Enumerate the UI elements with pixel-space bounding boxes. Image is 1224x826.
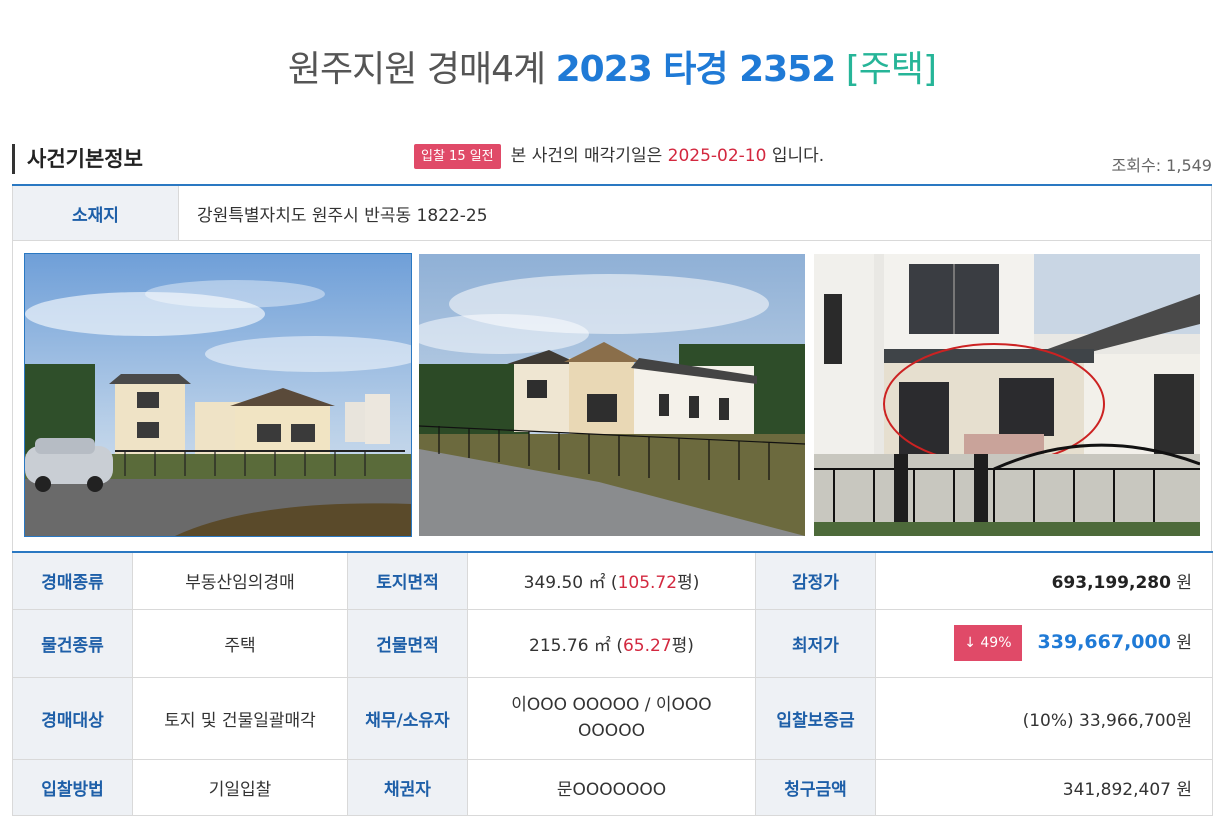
debtor-owner-line-2: OOOOO	[578, 721, 645, 741]
bid-method-label: 입찰방법	[12, 758, 133, 816]
building-area-value: 215.76 ㎡ (65.27평)	[467, 608, 756, 678]
page-title: 원주지원 경매4계 2023 타경 2352 [주택]	[0, 40, 1224, 92]
land-area-value: 349.50 ㎡ (105.72평)	[467, 551, 756, 610]
auction-type-value: 부동산임의경매	[132, 551, 348, 610]
debtor-owner-line-1: 이OOO OOOOO / 이OOO	[511, 695, 712, 715]
info-row-3: 경매대상 토지 및 건물일괄매각 채무/소유자 이OOO OOOOO / 이OO…	[12, 676, 1213, 760]
case-number: 2023 타경 2352	[555, 49, 837, 90]
appraisal-amount: 693,199,280	[1051, 573, 1171, 594]
court-name: 원주지원 경매4계	[287, 49, 546, 90]
claim-amount-value: 341,892,407 원	[875, 758, 1213, 816]
building-area-unit: 평)	[671, 635, 694, 656]
auction-target-value: 토지 및 건물일괄매각	[132, 676, 348, 760]
photo-2-graphic	[419, 254, 805, 536]
property-kind: [주택]	[845, 49, 937, 90]
minimum-price-amount: 339,667,000	[1037, 631, 1171, 653]
sale-date-notice: 입찰 15 일전 본 사건의 매각기일은 2025-02-10 입니다.	[414, 143, 824, 169]
photo-1-graphic	[25, 254, 411, 536]
info-row-2: 물건종류 주택 건물면적 215.76 ㎡ (65.27평) 최저가 ↓ 49%…	[12, 608, 1213, 678]
creditor-label: 채권자	[347, 758, 468, 816]
address-value: 강원특별자치도 원주시 반곡동 1822-25	[197, 205, 488, 226]
auction-type-label: 경매종류	[12, 551, 133, 610]
property-photo-2[interactable]	[419, 254, 805, 536]
info-row-1: 경매종류 부동산임의경매 토지면적 349.50 ㎡ (105.72평) 감정가…	[12, 551, 1213, 610]
land-area-pyeong: 105.72	[617, 573, 678, 594]
notice-post: 입니다.	[771, 146, 825, 166]
basic-info-header: 사건기본정보 입찰 15 일전 본 사건의 매각기일은 2025-02-10 입니…	[12, 140, 1212, 186]
photo-3-graphic	[814, 254, 1200, 536]
sale-date: 2025-02-10	[667, 146, 767, 166]
auction-target-label: 경매대상	[12, 676, 133, 760]
appraisal-unit: 원	[1176, 573, 1192, 594]
property-type-label: 물건종류	[12, 608, 133, 678]
minimum-price-unit: 원	[1176, 633, 1192, 653]
land-area-unit: 평)	[677, 573, 700, 594]
bid-deposit-value: (10%) 33,966,700원	[875, 676, 1213, 760]
claim-amount: 341,892,407	[1062, 779, 1171, 800]
building-area-pyeong: 65.27	[622, 635, 672, 656]
photo-gallery	[12, 241, 1212, 551]
auction-info-table: 경매종류 부동산임의경매 토지면적 349.50 ㎡ (105.72평) 감정가…	[12, 551, 1213, 816]
property-photo-3[interactable]	[814, 254, 1200, 536]
land-area-sqm: 349.50 ㎡ (	[523, 573, 618, 594]
minimum-price-value: ↓ 49% 339,667,000 원	[875, 608, 1213, 678]
claim-amount-label: 청구금액	[755, 758, 876, 816]
minimum-price-label: 최저가	[755, 608, 876, 678]
debtor-owner-label: 채무/소유자	[347, 676, 468, 760]
claim-amount-unit: 원	[1176, 779, 1192, 800]
property-type-value: 주택	[132, 608, 348, 678]
price-drop-badge: ↓ 49%	[954, 625, 1022, 661]
building-area-label: 건물면적	[347, 608, 468, 678]
debtor-owner-value: 이OOO OOOOO / 이OOO OOOOO	[467, 676, 756, 760]
address-row: 소재지 강원특별자치도 원주시 반곡동 1822-25	[12, 186, 1212, 241]
section-title: 사건기본정보	[12, 144, 143, 174]
notice-pre: 본 사건의 매각기일은	[510, 146, 663, 166]
property-photo-1[interactable]	[24, 253, 412, 537]
bid-deposit-label: 입찰보증금	[755, 676, 876, 760]
land-area-label: 토지면적	[347, 551, 468, 610]
building-area-sqm: 215.76 ㎡ (	[529, 635, 623, 656]
info-row-4: 입찰방법 기일입찰 채권자 문OOOOOOO 청구금액 341,892,407 …	[12, 758, 1213, 816]
view-count: 조회수: 1,549	[1111, 156, 1212, 175]
creditor-value: 문OOOOOOO	[467, 758, 756, 816]
days-left-badge: 입찰 15 일전	[414, 143, 501, 169]
address-label: 소재지	[13, 186, 179, 240]
appraisal-label: 감정가	[755, 551, 876, 610]
appraisal-value: 693,199,280 원	[875, 551, 1213, 610]
bid-method-value: 기일입찰	[132, 758, 348, 816]
